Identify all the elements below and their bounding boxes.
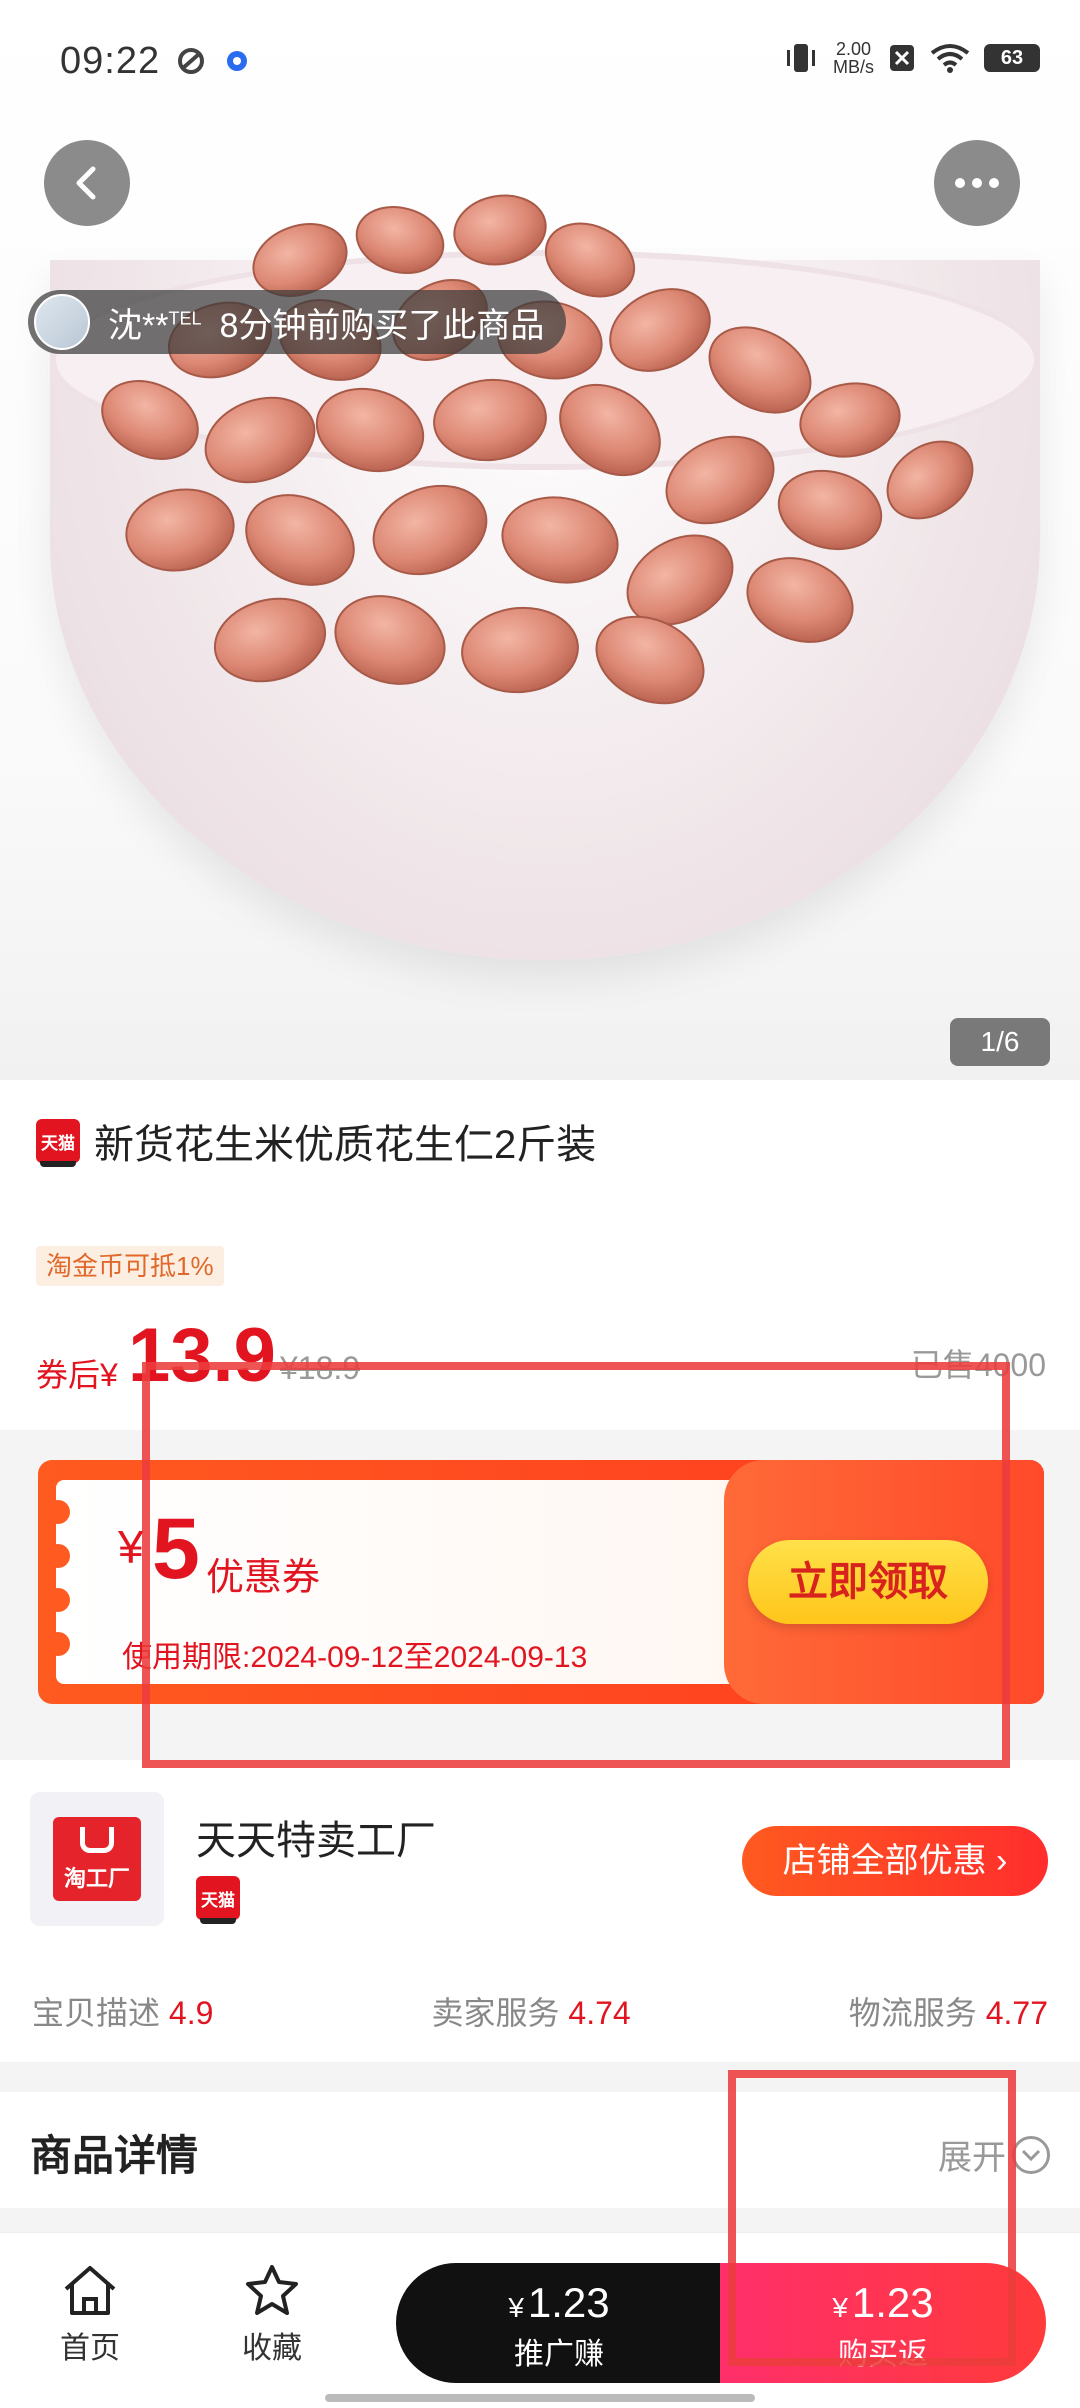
tab-home-label: 首页 <box>60 2332 120 2365</box>
coin-discount-tag: 淘金币可抵1% <box>36 1246 224 1286</box>
recent-buyer-pill: 沈**TEL 8分钟前购买了此商品 <box>28 290 567 354</box>
more-icon <box>955 178 999 188</box>
back-icon <box>76 166 96 200</box>
store-tmall-badge: 天猫 <box>196 1876 240 1924</box>
rating-value: 4.74 <box>568 1995 631 2031</box>
store-section: 淘工厂 天天特卖工厂 天猫 店铺全部优惠 › 宝贝描述 4.9 卖家服务 4.7… <box>0 1760 1080 2060</box>
store-logo[interactable]: 淘工厂 <box>30 1792 164 1926</box>
rating-logistics: 物流服务 4.77 <box>849 1988 1048 2034</box>
tab-favorite-label: 收藏 <box>242 2332 302 2365</box>
net-speed-value: 2.00 <box>835 39 872 59</box>
battery-indicator: 63 <box>984 44 1040 72</box>
rating-value: 4.9 <box>168 1995 214 2031</box>
sim-off-icon <box>890 45 914 71</box>
rating-label: 物流服务 <box>848 1995 977 2031</box>
star-icon <box>246 2265 298 2315</box>
store-all-offers-button[interactable]: 店铺全部优惠 › <box>742 1826 1048 1896</box>
price-after-label: 券后¥ <box>36 1357 118 1393</box>
home-icon <box>64 2266 116 2315</box>
store-logo-mark: 淘工厂 <box>53 1817 141 1901</box>
image-page-indicator: 1/6 <box>950 1018 1050 1066</box>
promo-price: ¥1.23 <box>396 2279 722 2327</box>
rating-label: 宝贝描述 <box>32 1995 161 2031</box>
buyer-name-text: 沈** <box>108 306 169 345</box>
more-button[interactable] <box>934 140 1020 226</box>
promote-earn-button[interactable]: ¥1.23 推广赚 <box>396 2263 722 2383</box>
buyer-name: 沈**TEL <box>108 298 201 347</box>
app-notification-icon <box>178 48 204 74</box>
promo-currency: ¥ <box>508 2292 524 2323</box>
buyer-name-suffix: TEL <box>168 308 202 329</box>
store-name[interactable]: 天天特卖工厂 <box>196 1808 436 1866</box>
status-right: 2.00 MB/s 63 <box>783 40 1040 76</box>
product-title: 新货花生米优质花生仁2斤装 <box>94 1123 597 1167</box>
annotation-box <box>728 2070 1016 2366</box>
peanuts-illustration <box>101 194 974 705</box>
vibrate-icon <box>786 44 815 72</box>
back-button[interactable] <box>44 140 130 226</box>
status-time: 09:22 <box>60 40 161 82</box>
tab-home[interactable]: 首页 <box>30 2263 150 2367</box>
wifi-icon <box>930 44 970 73</box>
tab-favorite[interactable]: 收藏 <box>212 2263 332 2367</box>
net-speed-unit: MB/s <box>832 57 874 77</box>
home-indicator[interactable] <box>325 2394 755 2402</box>
store-logo-text: 淘工厂 <box>63 1866 130 1891</box>
promo-price-value: 1.23 <box>527 2279 610 2326</box>
coupon-notch <box>46 1544 70 1568</box>
rating-label: 卖家服务 <box>431 1995 560 2031</box>
store-logo-face <box>80 1827 114 1853</box>
store-ratings: 宝贝描述 4.9 卖家服务 4.74 物流服务 4.77 <box>32 1988 1048 2034</box>
coupon-notch <box>46 1500 70 1524</box>
annotation-box <box>142 1362 1010 1768</box>
product-title-row: 天猫 新货花生米优质花生仁2斤装 <box>36 1112 596 1170</box>
buyer-avatar <box>34 294 90 350</box>
chevron-down-icon <box>1012 2135 1050 2174</box>
rating-service: 卖家服务 4.74 <box>432 1988 631 2034</box>
coupon-currency: ¥ <box>118 1521 144 1573</box>
rating-value: 4.77 <box>985 1995 1048 2031</box>
product-image[interactable] <box>0 0 1080 1080</box>
status-bar: 09:22 2.00 MB/s 63 <box>0 0 1080 130</box>
promo-label: 推广赚 <box>514 2338 604 2371</box>
rating-description: 宝贝描述 4.9 <box>32 1988 213 2034</box>
location-dot-icon <box>227 51 247 71</box>
detail-title: 商品详情 <box>30 2132 199 2179</box>
net-speed: 2.00 MB/s <box>833 40 874 76</box>
coupon-notch <box>46 1632 70 1656</box>
coupon-notch <box>46 1588 70 1612</box>
tmall-badge: 天猫 <box>36 1119 80 1167</box>
buyer-action: 8分钟前购买了此商品 <box>219 306 545 345</box>
